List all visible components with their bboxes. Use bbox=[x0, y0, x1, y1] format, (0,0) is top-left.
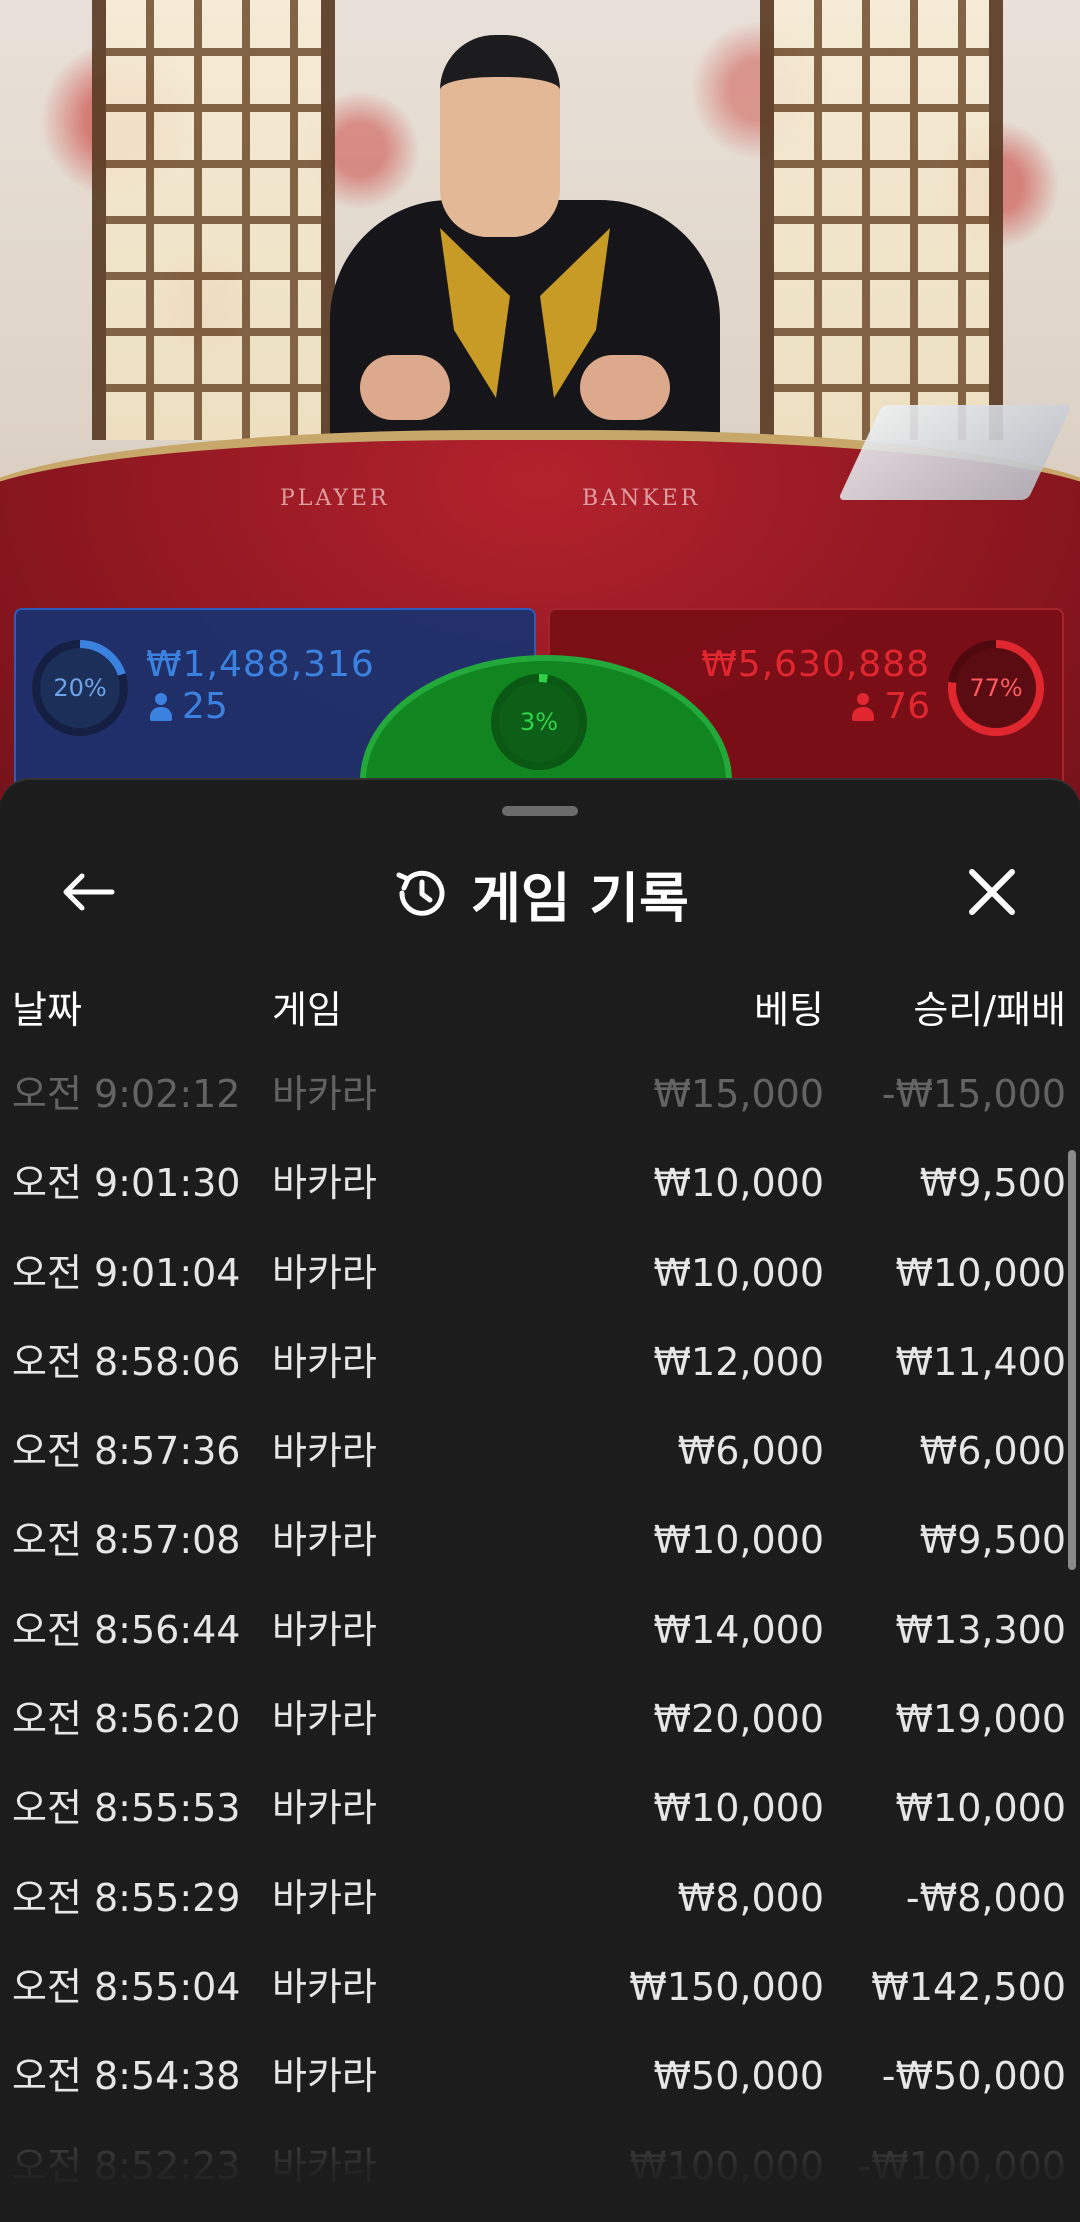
table-row[interactable]: 오전 8:57:36 바카라 ₩6,000 ₩6,000 bbox=[0, 1407, 1080, 1496]
dealer bbox=[330, 200, 720, 460]
tie-percent: 3% bbox=[499, 682, 579, 762]
row-bet: ₩150,000 bbox=[629, 1964, 824, 2009]
row-time: 오전 9:01:30 bbox=[12, 1161, 241, 1206]
table-row[interactable]: 오전 8:55:29 바카라 ₩8,000 -₩8,000 bbox=[0, 1854, 1080, 1943]
row-time: 오전 8:56:44 bbox=[12, 1607, 241, 1652]
row-game: 바카라 bbox=[272, 1250, 377, 1295]
row-bet: ₩8,000 bbox=[677, 1875, 824, 1920]
banker-count: 76 bbox=[852, 686, 930, 727]
person-icon bbox=[150, 692, 172, 721]
row-result: -₩15,000 bbox=[881, 1072, 1066, 1116]
banker-percent: 77% bbox=[956, 648, 1036, 728]
banker-bet-amount: ₩5,630,888 bbox=[701, 644, 930, 685]
banker-count-value: 76 bbox=[884, 686, 930, 727]
game-history-sheet: 게임 기록 날짜 게임 베팅 승리/패배 오전 9:02:12 바카라 ₩15,00… bbox=[0, 778, 1080, 2222]
close-button[interactable] bbox=[950, 850, 1034, 934]
row-bet: ₩20,000 bbox=[653, 1697, 824, 1742]
row-result: ₩19,000 bbox=[895, 1697, 1066, 1742]
row-time: 오전 9:01:04 bbox=[12, 1250, 241, 1295]
row-bet: ₩10,000 bbox=[653, 1786, 824, 1831]
column-game: 게임 bbox=[272, 988, 342, 1032]
row-time: 오전 8:55:04 bbox=[12, 1964, 241, 2009]
row-time: 오전 9:02:12 bbox=[12, 1072, 241, 1116]
row-game: 바카라 bbox=[272, 1429, 377, 1474]
row-bet: ₩50,000 bbox=[653, 2054, 824, 2099]
row-result: -₩8,000 bbox=[905, 1875, 1066, 1920]
table-row[interactable]: 오전 9:02:12 바카라 ₩15,000 -₩15,000 bbox=[0, 1050, 1080, 1139]
history-table-body[interactable]: 오전 9:02:12 바카라 ₩15,000 -₩15,000 오전 9:01:30 바카… bbox=[0, 1050, 1080, 2211]
row-game: 바카라 bbox=[272, 1697, 377, 1742]
row-game: 바카라 bbox=[272, 1518, 377, 1563]
player-percent: 20% bbox=[40, 648, 120, 728]
history-icon bbox=[396, 870, 445, 916]
row-bet: ₩10,000 bbox=[653, 1161, 824, 1206]
row-time: 오전 8:56:20 bbox=[12, 1697, 241, 1742]
close-icon bbox=[969, 869, 1015, 915]
row-result: ₩11,400 bbox=[895, 1339, 1066, 1384]
row-bet: ₩10,000 bbox=[653, 1250, 824, 1295]
row-bet: ₩12,000 bbox=[653, 1339, 824, 1384]
row-time: 오전 8:55:53 bbox=[12, 1786, 241, 1831]
scrollbar[interactable] bbox=[1068, 1150, 1076, 1570]
row-game: 바카라 bbox=[272, 1161, 377, 1206]
row-bet: ₩15,000 bbox=[653, 1072, 824, 1116]
player-percent-ring: 20% bbox=[32, 640, 128, 736]
row-game: 바카라 bbox=[272, 2054, 377, 2099]
column-date: 날짜 bbox=[12, 988, 82, 1032]
sheet-header: 게임 기록 bbox=[0, 848, 1080, 938]
row-game: 바카라 bbox=[272, 1875, 377, 1920]
table-row[interactable]: 오전 8:55:53 바카라 ₩10,000 ₩10,000 bbox=[0, 1764, 1080, 1853]
row-time: 오전 8:55:29 bbox=[12, 1875, 241, 1920]
row-result: -₩50,000 bbox=[881, 2054, 1066, 2099]
table-row[interactable]: 오전 8:54:38 바카라 ₩50,000 -₩50,000 bbox=[0, 2032, 1080, 2121]
table-row[interactable]: 오전 9:01:04 바카라 ₩10,000 ₩10,000 bbox=[0, 1229, 1080, 1318]
list-fade bbox=[0, 2110, 1080, 2222]
row-result: ₩10,000 bbox=[895, 1250, 1066, 1295]
row-result: ₩9,500 bbox=[919, 1161, 1066, 1206]
row-result: ₩142,500 bbox=[871, 1964, 1066, 2009]
player-count-value: 25 bbox=[182, 686, 228, 727]
row-bet: ₩10,000 bbox=[653, 1518, 824, 1563]
column-result: 승리/패배 bbox=[913, 988, 1066, 1032]
sheet-drag-handle[interactable] bbox=[502, 806, 578, 816]
row-time: 오전 8:57:36 bbox=[12, 1429, 241, 1474]
tie-percent-ring: 3% bbox=[491, 674, 587, 770]
table-row[interactable]: 오전 8:56:44 바카라 ₩14,000 ₩13,300 bbox=[0, 1586, 1080, 1675]
row-result: ₩13,300 bbox=[895, 1607, 1066, 1652]
banker-percent-ring: 77% bbox=[948, 640, 1044, 736]
person-icon bbox=[852, 692, 875, 721]
row-game: 바카라 bbox=[272, 1786, 377, 1831]
sheet-title: 게임 기록 bbox=[471, 866, 689, 930]
table-row[interactable]: 오전 8:55:04 바카라 ₩150,000 ₩142,500 bbox=[0, 1943, 1080, 2032]
player-count: 25 bbox=[150, 686, 228, 727]
row-result: ₩6,000 bbox=[919, 1429, 1066, 1474]
row-game: 바카라 bbox=[272, 1607, 377, 1652]
row-time: 오전 8:58:06 bbox=[12, 1339, 241, 1384]
row-bet: ₩6,000 bbox=[677, 1429, 824, 1474]
row-game: 바카라 bbox=[272, 1964, 377, 2009]
column-bet: 베팅 bbox=[754, 988, 824, 1032]
table-row[interactable]: 오전 8:58:06 바카라 ₩12,000 ₩11,400 bbox=[0, 1318, 1080, 1407]
table-player-label: PLAYER bbox=[280, 486, 390, 511]
player-bet-amount: ₩1,488,316 bbox=[146, 644, 375, 685]
table-row[interactable]: 오전 9:01:30 바카라 ₩10,000 ₩9,500 bbox=[0, 1139, 1080, 1228]
row-game: 바카라 bbox=[272, 1339, 377, 1384]
row-time: 오전 8:54:38 bbox=[12, 2054, 241, 2099]
row-result: ₩9,500 bbox=[919, 1518, 1066, 1563]
table-banker-label: BANKER bbox=[582, 486, 701, 511]
row-game: 바카라 bbox=[272, 1072, 377, 1116]
row-result: ₩10,000 bbox=[895, 1786, 1066, 1831]
row-time: 오전 8:57:08 bbox=[12, 1518, 241, 1563]
row-bet: ₩14,000 bbox=[653, 1607, 824, 1652]
table-row[interactable]: 오전 8:57:08 바카라 ₩10,000 ₩9,500 bbox=[0, 1496, 1080, 1585]
history-table-header: 날짜 게임 베팅 승리/패배 bbox=[0, 970, 1080, 1050]
table-row[interactable]: 오전 8:56:20 바카라 ₩20,000 ₩19,000 bbox=[0, 1675, 1080, 1764]
